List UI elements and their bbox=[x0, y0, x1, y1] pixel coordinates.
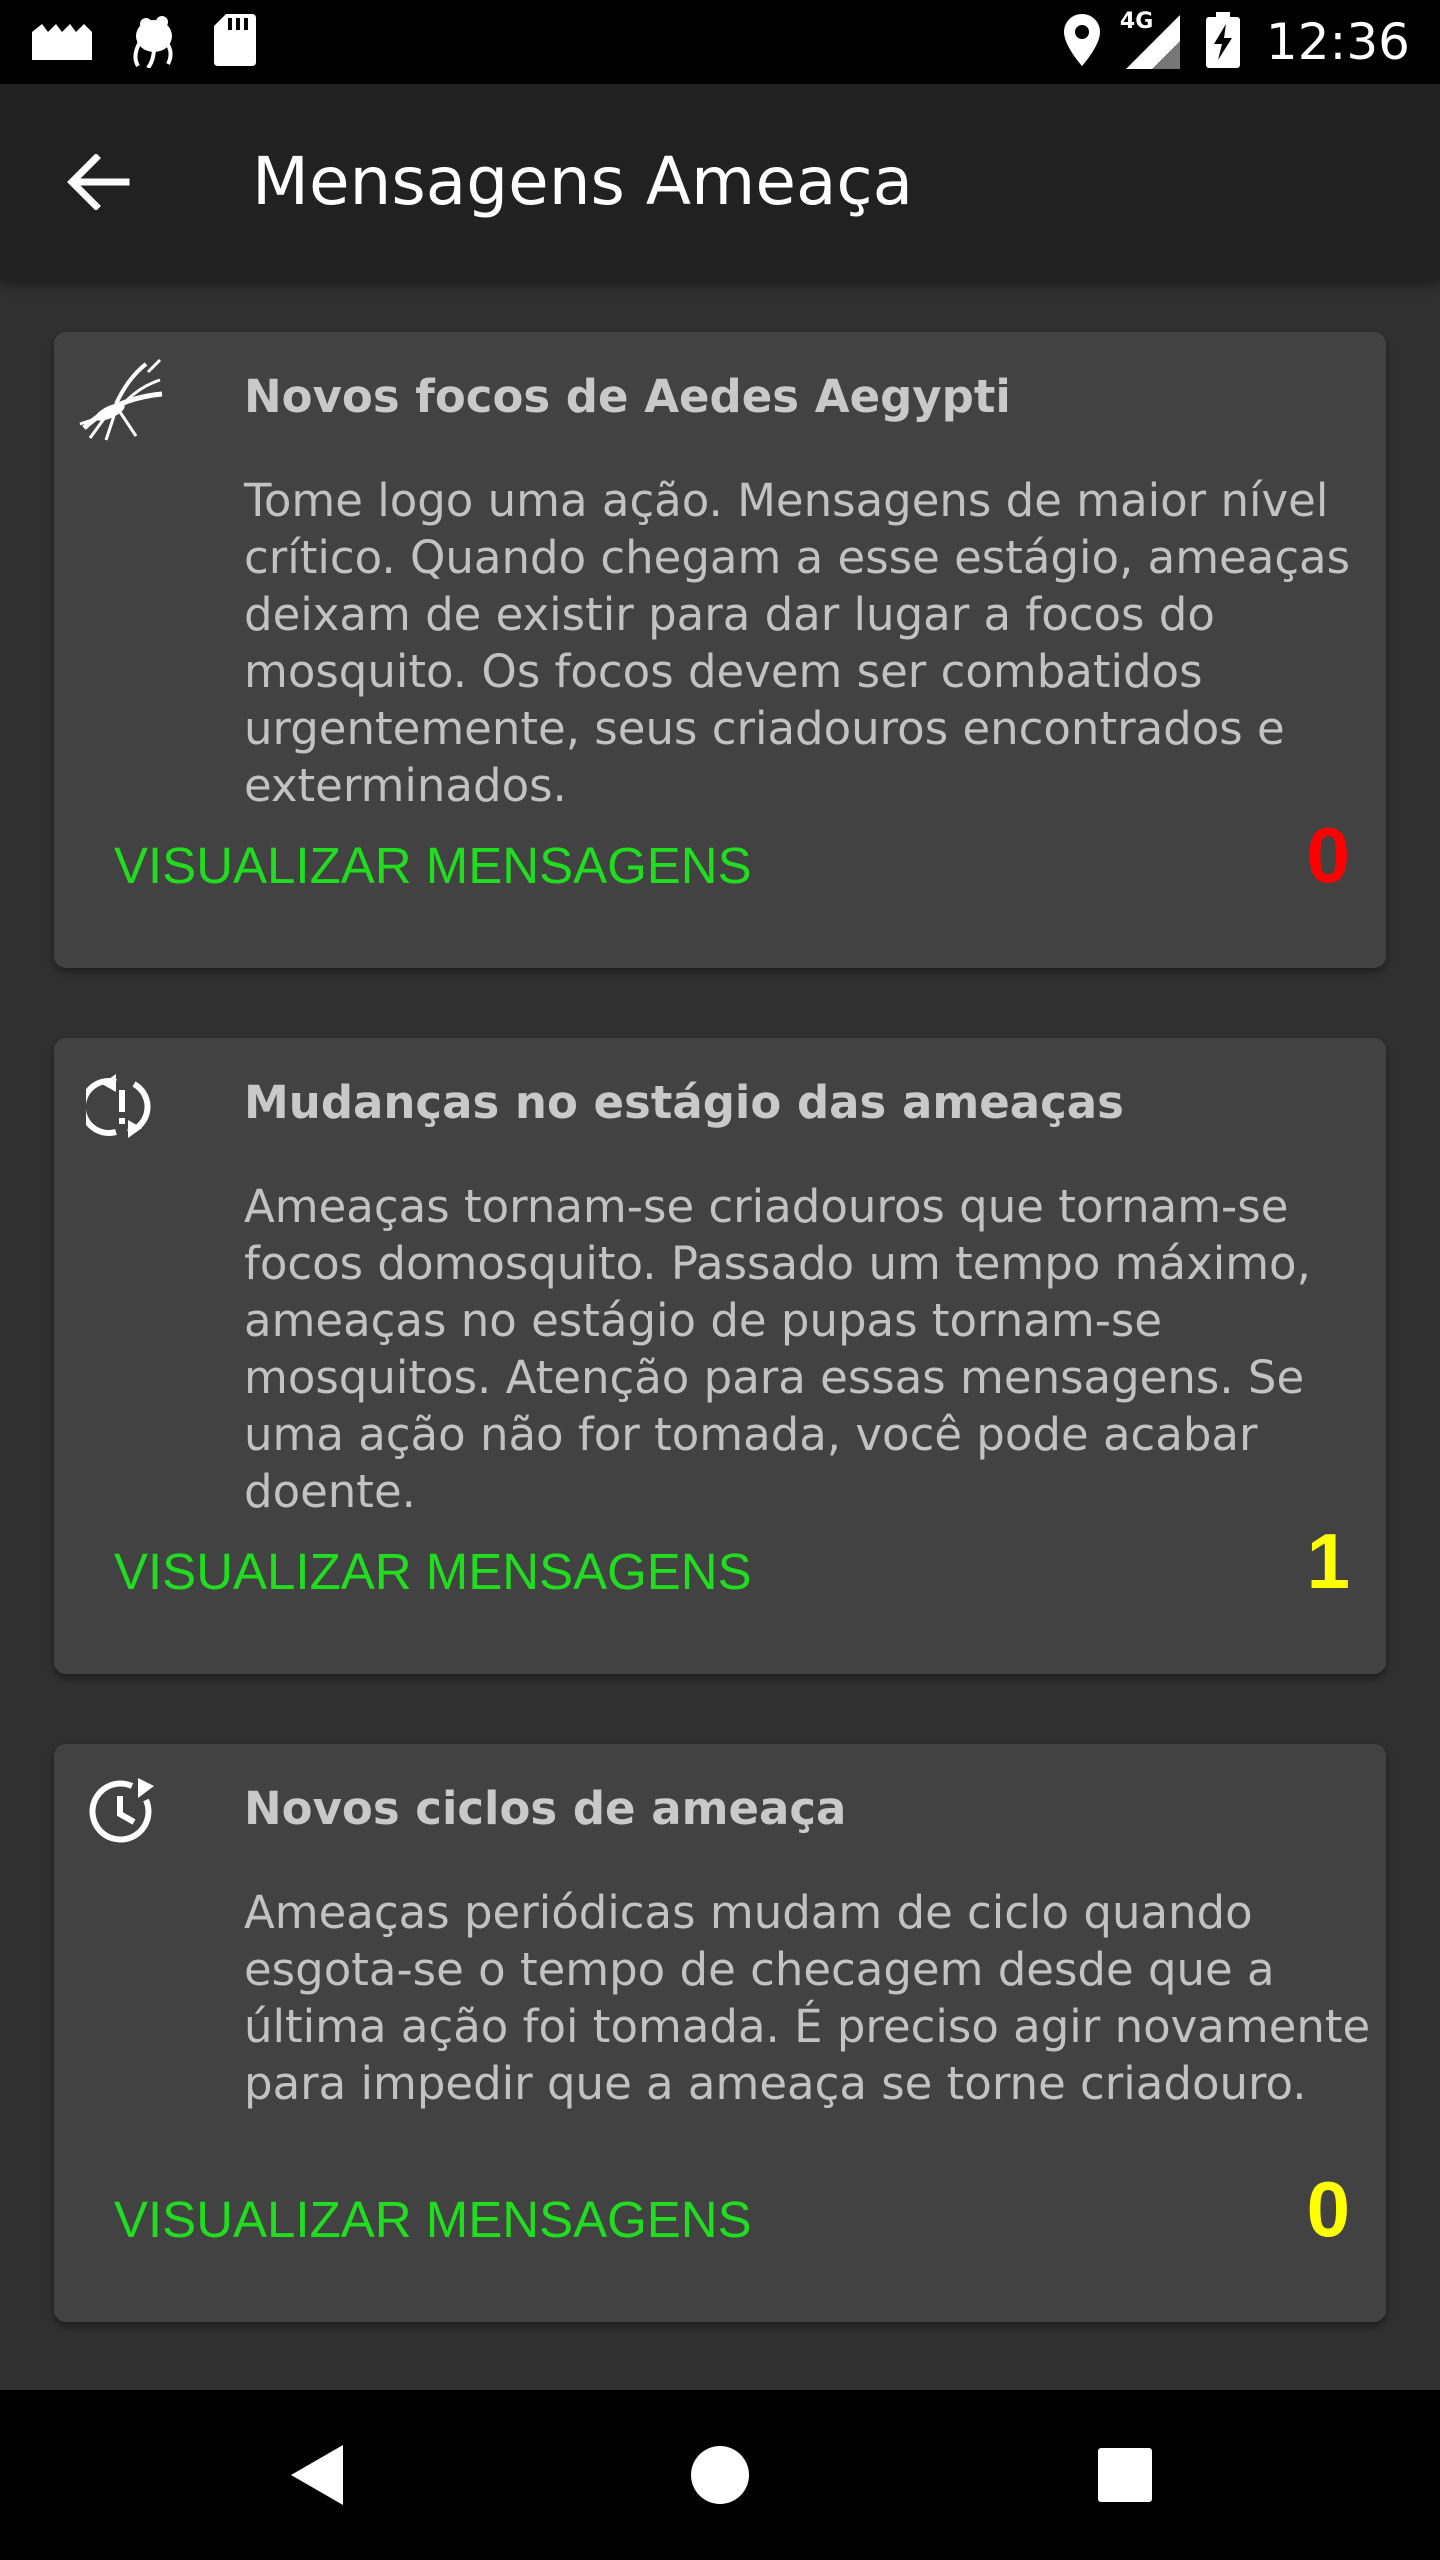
sd-card-icon bbox=[214, 13, 256, 71]
nav-home-button[interactable] bbox=[675, 2430, 765, 2520]
card-description: Tome logo uma ação. Mensagens de maior n… bbox=[244, 474, 1351, 812]
clock-refresh-icon bbox=[74, 1764, 170, 1860]
view-messages-button[interactable]: VISUALIZAR MENSAGENS bbox=[114, 2190, 752, 2249]
nav-back-icon bbox=[291, 2445, 343, 2505]
network-type-label: 4G bbox=[1119, 9, 1154, 34]
card-description: Ameaças periódicas mudam de ciclo quando… bbox=[244, 1886, 1371, 2110]
back-button[interactable] bbox=[56, 140, 140, 224]
bug-icon bbox=[128, 12, 180, 73]
card-title: Novos focos de Aedes Aegypti bbox=[244, 370, 1011, 423]
card-threat-stage-changes: Mudanças no estágio das ameaças Ameaças … bbox=[54, 1038, 1386, 1674]
status-bar: 4G 12:36 bbox=[0, 0, 1440, 84]
arrow-back-icon bbox=[67, 154, 130, 210]
card-new-threat-cycles: Novos ciclos de ameaça Ameaças periódica… bbox=[54, 1744, 1386, 2322]
card-description: Ameaças tornam-se criadouros que tornam-… bbox=[244, 1180, 1311, 1518]
nav-recents-button[interactable] bbox=[1080, 2430, 1170, 2520]
alert-cycle-icon bbox=[74, 1058, 170, 1154]
mosquito-icon bbox=[74, 352, 170, 448]
view-messages-button[interactable]: VISUALIZAR MENSAGENS bbox=[114, 1542, 752, 1601]
card-aedes-foci: Novos focos de Aedes Aegypti Tome logo u… bbox=[54, 332, 1386, 968]
page-title: Mensagens Ameaça bbox=[252, 143, 914, 220]
message-count: 1 bbox=[1306, 1517, 1350, 1605]
nav-recents-icon bbox=[1098, 2448, 1152, 2502]
navigation-bar bbox=[0, 2390, 1440, 2560]
battery-charging-icon bbox=[1205, 11, 1240, 73]
location-icon bbox=[1063, 13, 1100, 71]
app-bar: Mensagens Ameaça bbox=[0, 84, 1440, 280]
message-count: 0 bbox=[1306, 2165, 1350, 2253]
message-count: 0 bbox=[1306, 811, 1350, 899]
view-messages-button[interactable]: VISUALIZAR MENSAGENS bbox=[114, 836, 752, 895]
card-title: Novos ciclos de ameaça bbox=[244, 1782, 847, 1835]
nav-home-icon bbox=[691, 2446, 749, 2504]
nav-back-button[interactable] bbox=[272, 2430, 362, 2520]
card-title: Mudanças no estágio das ameaças bbox=[244, 1076, 1124, 1129]
clock: 12:36 bbox=[1265, 13, 1410, 71]
message-list: Novos focos de Aedes Aegypti Tome logo u… bbox=[0, 280, 1440, 2390]
photo-icon bbox=[30, 20, 94, 65]
signal-icon: 4G bbox=[1120, 9, 1180, 69]
